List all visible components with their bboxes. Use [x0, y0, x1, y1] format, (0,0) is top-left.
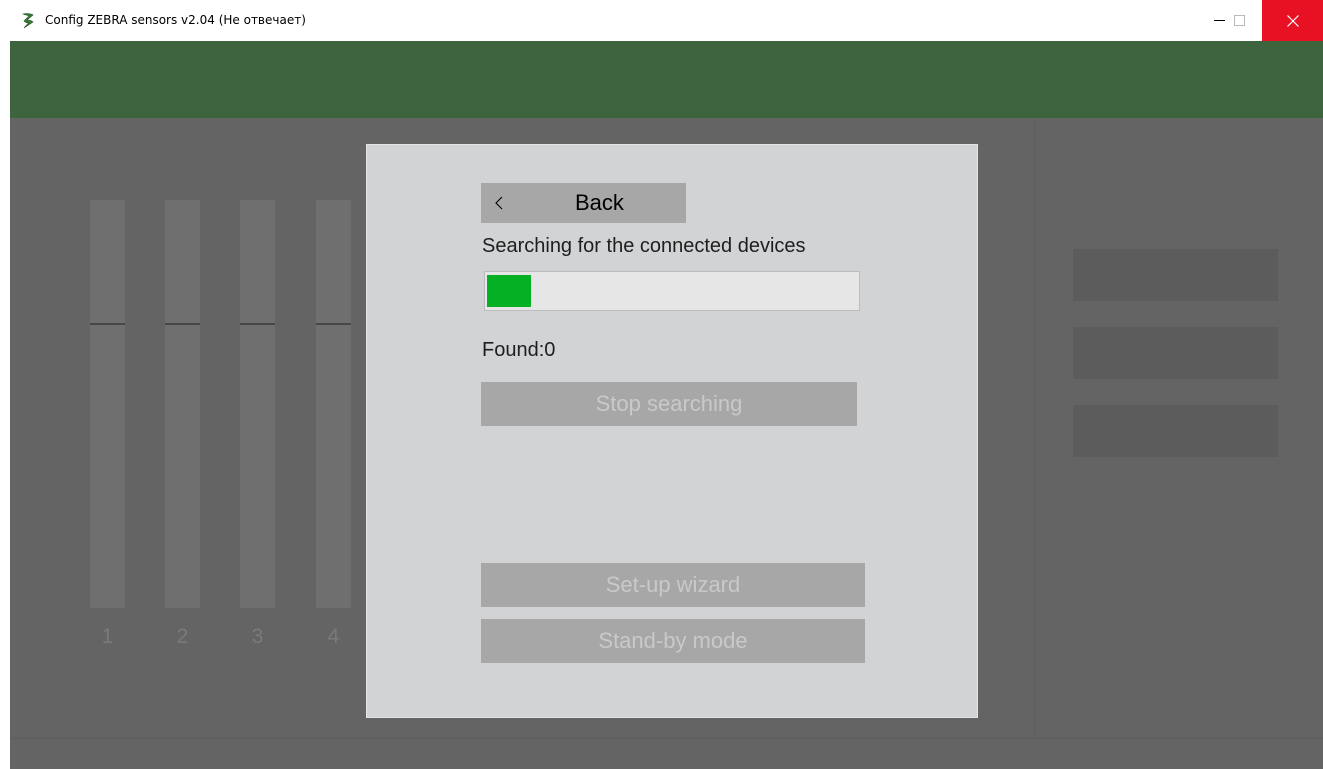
- back-button[interactable]: Back: [481, 183, 686, 223]
- slider-handle[interactable]: [316, 323, 351, 325]
- setup-wizard-button[interactable]: Set-up wizard: [481, 563, 865, 607]
- slider-label: 4: [327, 625, 340, 648]
- right-panel-divider: [1034, 118, 1035, 738]
- channel-slider-4[interactable]: [316, 200, 351, 608]
- slider-label: 2: [176, 625, 189, 648]
- stop-searching-button[interactable]: Stop searching: [481, 382, 857, 426]
- title-bar: Config ZEBRA sensors v2.04 (Не отвечает): [0, 0, 1323, 41]
- left-edge: [0, 41, 10, 769]
- close-icon: [1286, 14, 1299, 27]
- zebra-logo-icon: [22, 13, 34, 29]
- channel-slider-3[interactable]: [240, 200, 275, 608]
- status-bar-divider: [10, 738, 1323, 739]
- search-status-text: Searching for the connected devices: [482, 235, 806, 257]
- found-count: Found:0: [482, 339, 556, 361]
- app-window: Config ZEBRA sensors v2.04 (Не отвечает)…: [0, 0, 1323, 769]
- channel-slider-1[interactable]: [90, 200, 125, 608]
- search-progress-bar: [484, 271, 860, 311]
- slider-handle[interactable]: [90, 323, 125, 325]
- app-header: [10, 41, 1323, 118]
- window-title: Config ZEBRA sensors v2.04 (Не отвечает): [45, 13, 306, 27]
- slider-label: 1: [101, 625, 114, 648]
- close-button[interactable]: [1262, 0, 1323, 41]
- maximize-icon: [1233, 15, 1245, 26]
- maximize-button[interactable]: [1216, 0, 1262, 41]
- right-panel-button-1[interactable]: [1073, 249, 1278, 301]
- standby-mode-button[interactable]: Stand-by mode: [481, 619, 865, 663]
- right-panel-button-3[interactable]: [1073, 405, 1278, 457]
- slider-handle[interactable]: [240, 323, 275, 325]
- right-panel-button-2[interactable]: [1073, 327, 1278, 379]
- back-button-label: Back: [575, 190, 624, 215]
- channel-slider-2[interactable]: [165, 200, 200, 608]
- progress-fill: [487, 275, 531, 307]
- chevron-left-icon: [495, 183, 503, 223]
- device-search-dialog: Back Searching for the connected devices…: [366, 144, 978, 718]
- slider-label: 3: [251, 625, 264, 648]
- slider-handle[interactable]: [165, 323, 200, 325]
